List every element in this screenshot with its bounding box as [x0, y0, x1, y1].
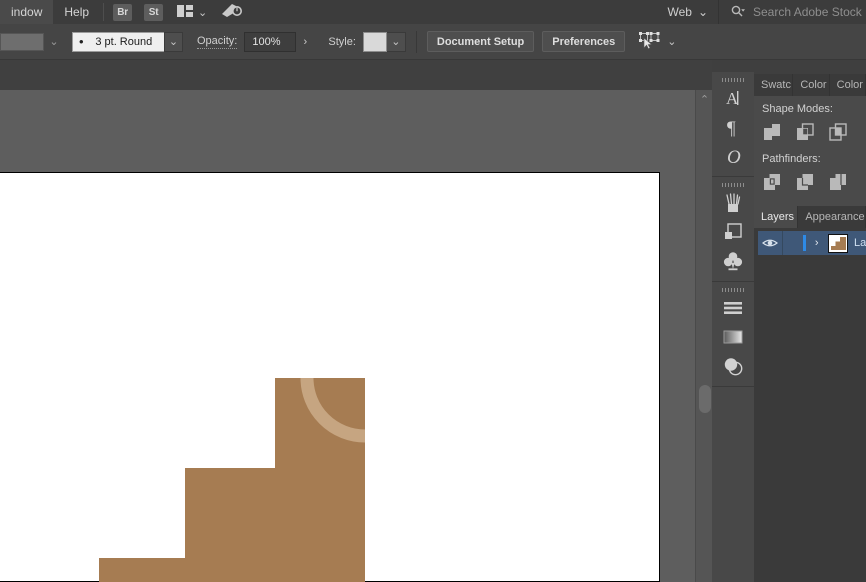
stair-step-artwork-svg [99, 378, 365, 582]
select-similar-objects-button[interactable]: ⌄ [639, 31, 676, 52]
layer-selection-indicator [803, 235, 806, 251]
document-setup-button[interactable]: Document Setup [427, 31, 534, 52]
panel-dock: A ¶ O [712, 60, 866, 582]
select-similar-objects-icon [639, 31, 661, 52]
workspace-switcher[interactable]: Web ⌄ [657, 0, 718, 24]
arrange-documents-icon [177, 5, 193, 20]
opentype-panel-icon[interactable]: O [712, 141, 754, 170]
tab-appearance[interactable]: Appearance [798, 206, 866, 228]
menu-window[interactable]: indow [0, 0, 53, 24]
layers-panel[interactable]: › La [754, 228, 866, 582]
chevron-down-icon[interactable]: ⌄ [164, 32, 183, 52]
svg-text:O: O [727, 147, 741, 166]
layers-tab-strip: Layers Appearance [754, 206, 866, 228]
opacity-options-button[interactable]: › [296, 32, 314, 52]
minus-front-icon[interactable] [795, 122, 815, 142]
stock-badge-icon[interactable]: St [144, 4, 163, 21]
search-placeholder: Search Adobe Stock [753, 5, 862, 19]
tab-color[interactable]: Color [793, 74, 829, 96]
divide-icon[interactable] [762, 172, 782, 192]
menu-bar: indow Help Br St ⌄ [0, 0, 866, 24]
paragraph-panel-icon[interactable]: ¶ [712, 112, 754, 141]
pathfinders-row [762, 172, 866, 192]
unite-icon[interactable] [762, 122, 782, 142]
brush-definition-field[interactable]: • 3 pt. Round [72, 32, 164, 52]
intersect-icon[interactable] [828, 122, 848, 142]
stair-step-shape[interactable] [99, 378, 365, 582]
tab-swatches[interactable]: Swatc [754, 74, 793, 96]
gradient-panel-icon[interactable] [712, 322, 754, 351]
bridge-badge-icon[interactable]: Br [113, 4, 132, 21]
character-panel-icon[interactable]: A [712, 83, 754, 112]
rail-grip[interactable] [712, 282, 754, 293]
brush-definition-value: 3 pt. Round [90, 36, 158, 48]
swatches-panel-icon[interactable] [712, 246, 754, 275]
rail-group-assets [712, 177, 754, 282]
rail-grip[interactable] [712, 72, 754, 83]
visibility-eye-icon[interactable] [758, 231, 782, 255]
canvas-vertical-scrollbar[interactable]: ⌃ [695, 90, 712, 582]
panel-tab-strip: Swatc Color Color [754, 74, 866, 96]
layer-thumbnail [828, 234, 849, 253]
chevron-down-icon: ⌄ [667, 35, 676, 48]
rail-group-type: A ¶ O [712, 72, 754, 177]
layer-disclosure-icon[interactable]: › [810, 231, 824, 255]
rail-group-appearance [712, 282, 754, 387]
merge-icon[interactable] [828, 172, 848, 192]
brushes-panel-icon[interactable] [712, 188, 754, 217]
pathfinders-label: Pathfinders: [762, 153, 866, 165]
shape-modes-label: Shape Modes: [762, 103, 866, 115]
chevron-down-icon: ⌄ [698, 5, 708, 19]
style-label: Style: [328, 36, 356, 48]
scroll-up-arrow-icon[interactable]: ⌃ [696, 92, 713, 106]
tab-color-guide[interactable]: Color [830, 74, 866, 96]
menu-divider [103, 3, 104, 21]
control-divider [416, 31, 417, 53]
brush-dot-icon: • [79, 35, 84, 48]
stock-rocket-button[interactable] [220, 3, 242, 22]
tab-layers[interactable]: Layers [754, 206, 798, 228]
scrollbar-thumb[interactable] [699, 385, 711, 413]
panel-icon-rail: A ¶ O [712, 72, 754, 582]
search-icon [731, 5, 746, 20]
stroke-dropdown-chevron-icon[interactable]: ⌄ [44, 32, 64, 52]
pathfinder-panel: Shape Modes: [754, 96, 866, 206]
layer-name[interactable]: La [854, 237, 866, 249]
graphic-style-swatch[interactable] [363, 32, 387, 52]
chevron-down-icon[interactable]: ⌄ [387, 32, 406, 52]
document-tab-strip [0, 60, 712, 90]
brush-definition-dropdown[interactable]: • 3 pt. Round ⌄ [72, 32, 183, 52]
layer-row[interactable]: › La [758, 231, 866, 255]
opacity-input[interactable]: 100% [244, 32, 296, 52]
shape-modes-row [762, 122, 866, 142]
arrange-documents-button[interactable]: ⌄ [177, 5, 207, 20]
transparency-panel-icon[interactable] [712, 351, 754, 380]
preferences-button[interactable]: Preferences [542, 31, 625, 52]
menu-bar-right: Web ⌄ Search Adobe Stock [657, 0, 866, 24]
canvas-area[interactable] [0, 90, 695, 582]
symbols-panel-icon[interactable] [712, 217, 754, 246]
artboard[interactable] [0, 172, 660, 582]
trim-icon[interactable] [795, 172, 815, 192]
search-adobe-stock-field[interactable]: Search Adobe Stock [719, 0, 866, 24]
layer-lock-cell[interactable] [783, 231, 801, 255]
chevron-down-icon: ⌄ [198, 6, 207, 19]
workspace-label: Web [667, 5, 691, 19]
svg-text:¶: ¶ [727, 118, 736, 137]
opacity-label: Opacity: [197, 35, 237, 49]
stroke-color-swatch[interactable] [0, 33, 44, 51]
rail-grip[interactable] [712, 177, 754, 188]
align-panel-icon[interactable] [712, 293, 754, 322]
stock-rocket-icon [220, 3, 242, 22]
control-bar: ⌄ • 3 pt. Round ⌄ Opacity: 100% › Style:… [0, 24, 866, 60]
illustrator-window: indow Help Br St ⌄ [0, 0, 866, 582]
menu-help[interactable]: Help [53, 0, 100, 24]
